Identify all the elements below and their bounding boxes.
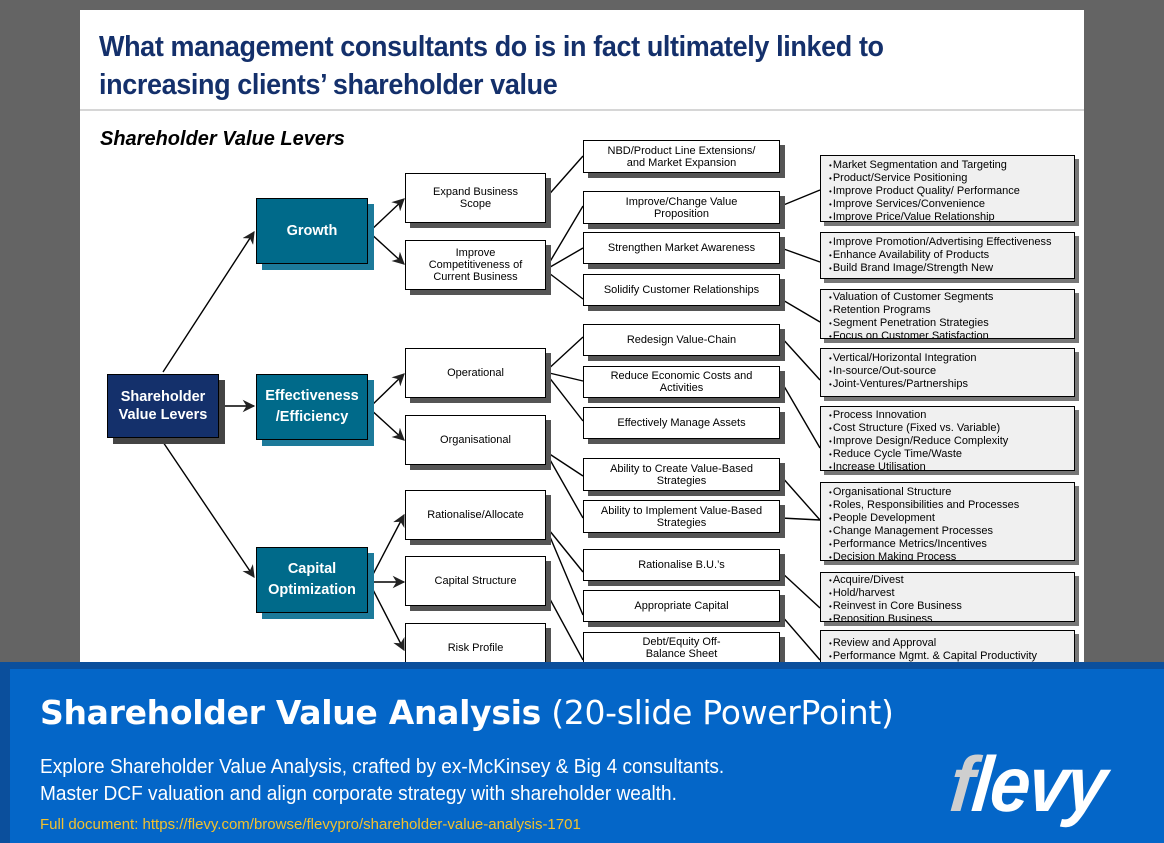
detail-item: Hold/harvest: [829, 587, 1066, 600]
detail-item: Improve Price/Value Relationship: [829, 211, 1066, 221]
flevy-logo[interactable]: flevy: [946, 739, 1109, 830]
lever-box-effectiveness: Effectiveness /Efficiency: [256, 374, 368, 440]
detail-item: Segment Penetration Strategies: [829, 317, 1066, 330]
driver-box: Capital Structure: [405, 556, 546, 606]
driver-box: Operational: [405, 348, 546, 398]
action-box: Strengthen Market Awareness: [583, 232, 780, 264]
detail-item: Improve Promotion/Advertising Effectiven…: [829, 236, 1066, 249]
detail-item: Performance Metrics/Incentives: [829, 538, 1066, 551]
action-box: Improve/Change Value Proposition: [583, 191, 780, 224]
action-box: Rationalise B.U.’s: [583, 549, 780, 581]
detail-item: Retention Programs: [829, 304, 1066, 317]
detail-item: Improve Product Quality/ Performance: [829, 185, 1066, 198]
detail-item: Reposition Business: [829, 613, 1066, 621]
action-box: Solidify Customer Relationships: [583, 274, 780, 306]
root-box-shareholder-value-levers: Shareholder Value Levers: [107, 374, 219, 438]
action-box: Ability to Implement Value-Based Strateg…: [583, 500, 780, 533]
detail-item: Roles, Responsibilities and Processes: [829, 499, 1066, 512]
banner-title-main: Shareholder Value Analysis: [40, 693, 542, 732]
detail-item: Build Brand Image/Strength New: [829, 262, 1066, 275]
driver-box: Expand Business Scope: [405, 173, 546, 223]
promo-banner: Shareholder Value Analysis (20-slide Pow…: [0, 662, 1164, 843]
action-box: Reduce Economic Costs and Activities: [583, 366, 780, 398]
action-box: Appropriate Capital: [583, 590, 780, 622]
detail-item: Cost Structure (Fixed vs. Variable): [829, 422, 1066, 435]
slide: What management consultants do is in fac…: [80, 10, 1084, 670]
detail-item: Vertical/Horizontal Integration: [829, 352, 1066, 365]
detail-item: In-source/Out-source: [829, 365, 1066, 378]
banner-description: Explore Shareholder Value Analysis, craf…: [40, 755, 725, 805]
detail-box: Acquire/Divest Hold/harvest Reinvest in …: [820, 572, 1075, 622]
detail-box: Valuation of Customer Segments Retention…: [820, 289, 1075, 339]
lever-box-capital-optimization: Capital Optimization: [256, 547, 368, 613]
connector-lines: [162, 155, 821, 670]
detail-item: Decision Making Process: [829, 551, 1066, 560]
action-box: Debt/Equity Off-Balance Sheet: [583, 632, 780, 664]
logo-letters: levy: [968, 740, 1110, 828]
driver-box: Improve Competitiveness of Current Busin…: [405, 240, 546, 290]
connector-root-growth: [162, 230, 255, 373]
detail-box: Vertical/Horizontal Integration In-sourc…: [820, 348, 1075, 397]
detail-item: Joint-Ventures/Partnerships: [829, 378, 1066, 391]
driver-box: Organisational: [405, 415, 546, 465]
detail-box: Improve Promotion/Advertising Effectiven…: [820, 232, 1075, 279]
detail-box: Process Innovation Cost Structure (Fixed…: [820, 406, 1075, 471]
lever-box-growth: Growth: [256, 198, 368, 264]
detail-item: Reinvest in Core Business: [829, 600, 1066, 613]
detail-box: Organisational Structure Roles, Responsi…: [820, 482, 1075, 561]
promo-banner-panel: Shareholder Value Analysis (20-slide Pow…: [10, 669, 1164, 843]
detail-item: Improve Design/Reduce Complexity: [829, 435, 1066, 448]
detail-item: Increase Utilisation: [829, 461, 1066, 470]
driver-box: Rationalise/Allocate: [405, 490, 546, 540]
detail-item: People Development: [829, 512, 1066, 525]
full-document-link[interactable]: Full document: https://flevy.com/browse/…: [40, 816, 581, 833]
detail-box: Market Segmentation and Targeting Produc…: [820, 155, 1075, 222]
detail-item: Review and Approval: [829, 637, 1066, 650]
connector-root-capital: [162, 441, 255, 579]
action-box: Redesign Value-Chain: [583, 324, 780, 356]
detail-item: Product/Service Positioning: [829, 172, 1066, 185]
detail-item: Organisational Structure: [829, 486, 1066, 499]
detail-item: Market Segmentation and Targeting: [829, 159, 1066, 172]
detail-item: Reduce Cycle Time/Waste: [829, 448, 1066, 461]
detail-item: Change Management Processes: [829, 525, 1066, 538]
action-box: Ability to Create Value-Based Strategies: [583, 458, 780, 491]
detail-item: Process Innovation: [829, 409, 1066, 422]
detail-item: Improve Services/Convenience: [829, 198, 1066, 211]
action-box: NBD/Product Line Extensions/ and Market …: [583, 140, 780, 173]
action-box: Effectively Manage Assets: [583, 407, 780, 439]
detail-item: Enhance Availability of Products: [829, 249, 1066, 262]
detail-item: Acquire/Divest: [829, 574, 1066, 587]
banner-title: Shareholder Value Analysis (20-slide Pow…: [40, 693, 894, 732]
detail-item: Focus on Customer Satisfaction: [829, 330, 1066, 338]
detail-item: Valuation of Customer Segments: [829, 291, 1066, 304]
banner-title-detail: (20-slide PowerPoint): [541, 693, 894, 732]
